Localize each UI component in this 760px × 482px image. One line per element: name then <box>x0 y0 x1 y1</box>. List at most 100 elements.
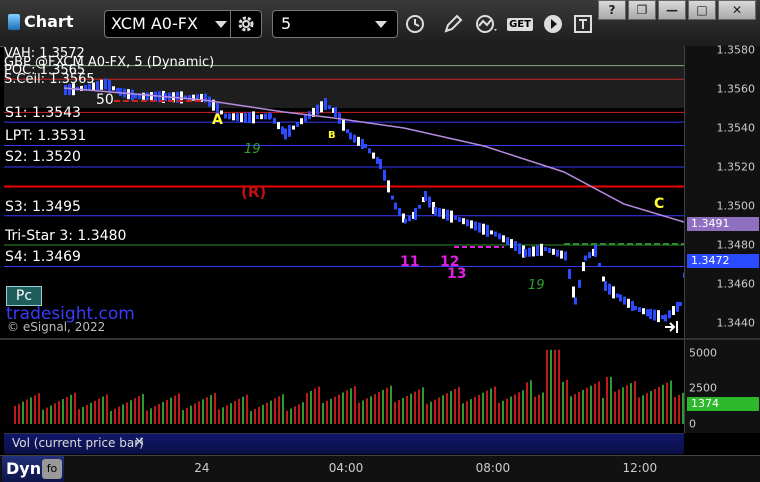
volume-bar <box>86 404 88 424</box>
price-bar <box>131 89 134 101</box>
price-bar <box>602 276 605 282</box>
price-bar <box>100 79 103 90</box>
price-bar <box>462 218 465 225</box>
interval-select[interactable]: 5 <box>272 10 398 38</box>
price-bar <box>150 92 153 102</box>
level-label-s1: S1: 1.3543 <box>5 105 81 121</box>
volume-bar <box>106 394 108 424</box>
price-bar <box>494 231 497 237</box>
price-bar <box>676 301 679 312</box>
volume-bar <box>254 409 256 424</box>
volume-panel[interactable] <box>4 340 684 433</box>
price-bar <box>394 202 397 210</box>
price-tick-label: 1.3540 <box>716 121 756 135</box>
volume-axis[interactable]: 5000 2500 0 1374 <box>684 340 760 433</box>
price-bar <box>334 107 337 117</box>
volume-bar <box>638 397 640 424</box>
studies-button[interactable] <box>472 10 502 38</box>
watermark-copyright: © eSignal, 2022 <box>7 320 106 334</box>
volume-bar <box>62 399 64 424</box>
dyn-toggle-icon[interactable]: fo <box>42 459 62 479</box>
volume-bar <box>18 403 20 424</box>
interval-dropdown-icon[interactable] <box>375 21 387 28</box>
volume-bar <box>118 406 120 424</box>
price-bar <box>328 105 331 110</box>
volume-bar <box>346 390 348 424</box>
price-bar <box>528 247 531 257</box>
volume-bar <box>246 394 248 424</box>
volume-bar <box>494 386 496 424</box>
volume-bar <box>298 404 300 424</box>
price-bar <box>619 294 622 302</box>
gear-icon <box>238 16 254 32</box>
price-chart-panel[interactable]: VAH: 1.3572 GBP @FXCM A0-FX, 5 (Dynamic)… <box>4 46 684 338</box>
volume-bar <box>322 403 324 424</box>
settings-gear-button[interactable] <box>230 11 261 37</box>
play-button[interactable] <box>538 10 568 38</box>
price-bar <box>556 249 559 257</box>
volume-bar <box>470 399 472 424</box>
help-button[interactable]: ? <box>598 0 626 20</box>
volume-bar <box>598 381 600 424</box>
volume-bar <box>634 381 636 424</box>
get-data-button[interactable]: GET <box>504 10 536 38</box>
draw-tool-button[interactable] <box>438 10 468 38</box>
volume-bar <box>302 402 304 424</box>
volume-bar <box>590 385 592 424</box>
price-bar <box>458 217 461 223</box>
price-bar <box>502 235 505 243</box>
level-label-s4: S4: 1.3469 <box>5 249 81 265</box>
text-tool-button[interactable] <box>568 10 598 38</box>
volume-bar <box>154 406 156 424</box>
volume-bar <box>314 388 316 424</box>
minimize-button[interactable]: — <box>658 0 686 20</box>
annotation-11: 11 <box>400 254 420 270</box>
symbol-input[interactable]: XCM A0-FX <box>104 10 262 38</box>
volume-bar <box>374 394 376 424</box>
price-bar <box>349 132 352 140</box>
time-template-button[interactable] <box>400 10 430 38</box>
level-label-s2: S2: 1.3520 <box>5 149 81 165</box>
volume-bar <box>574 394 576 424</box>
price-bar <box>364 144 367 148</box>
volume-bar <box>166 399 168 424</box>
price-bar <box>296 121 299 127</box>
pc-badge[interactable]: Pc <box>6 286 42 306</box>
close-button[interactable]: ✕ <box>718 0 756 20</box>
price-bar <box>376 156 379 164</box>
volume-bar <box>306 392 308 424</box>
restore-button[interactable]: ❐ <box>628 0 656 20</box>
volume-close-icon[interactable]: ✕ <box>134 435 145 450</box>
price-bar <box>353 134 356 143</box>
symbol-dropdown-icon[interactable] <box>215 21 227 28</box>
price-bar <box>623 296 626 305</box>
maximize-button[interactable]: □ <box>688 0 716 20</box>
price-bar <box>616 293 619 298</box>
volume-bar <box>366 398 368 424</box>
volume-bar <box>26 399 28 424</box>
price-bar <box>244 113 247 123</box>
price-bar <box>300 118 303 125</box>
volume-tick-label: 2500 <box>689 381 717 395</box>
volume-bar <box>190 405 192 424</box>
scroll-to-end-icon[interactable] <box>664 320 680 334</box>
time-axis[interactable]: Dyn fo 24 04:00 08:00 12:00 <box>0 455 760 482</box>
volume-bar <box>218 409 220 424</box>
price-bar <box>372 152 375 159</box>
volume-bar <box>134 398 136 424</box>
price-bar <box>240 113 243 123</box>
volume-bar <box>226 405 228 424</box>
volume-bar <box>146 410 148 424</box>
price-axis[interactable]: 1.3580 1.3560 1.3540 1.3520 1.3500 1.3480 1.34… <box>684 44 760 338</box>
price-bar <box>324 98 327 110</box>
volume-bar <box>570 396 572 424</box>
price-bar <box>631 301 634 311</box>
volume-bar <box>342 392 344 424</box>
price-bar <box>584 255 587 261</box>
time-tick-label: 04:00 <box>328 461 364 475</box>
volume-panel-label: Vol (current price bar) <box>12 436 144 450</box>
volume-bar <box>90 402 92 424</box>
text-tool-icon <box>574 15 592 33</box>
volume-bar <box>310 390 312 424</box>
volume-bar <box>38 393 40 424</box>
